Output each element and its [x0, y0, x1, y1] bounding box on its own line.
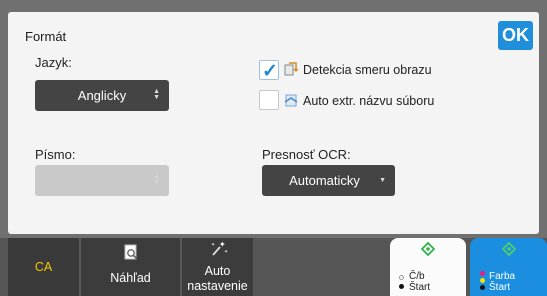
- yellow-dot-icon: [480, 278, 485, 283]
- detect-orientation-label: Detekcia smeru obrazu: [303, 63, 432, 77]
- black-dot-icon: [399, 284, 404, 289]
- font-dropdown[interactable]: ▲ ▼: [35, 165, 169, 196]
- white-dot-icon: [399, 275, 404, 280]
- start-color-line1: Farba: [489, 271, 516, 282]
- start-bw-line1: Č/b: [409, 271, 425, 282]
- ocr-dropdown[interactable]: Automaticky ▼: [262, 165, 395, 196]
- preview-button[interactable]: Náhľad: [81, 238, 180, 296]
- preview-icon: [124, 244, 137, 260]
- auto-filename-label: Auto extr. názvu súboru: [303, 94, 435, 108]
- start-icon: [421, 242, 435, 256]
- ok-button[interactable]: OK: [498, 21, 533, 50]
- ocr-label: Presnosť OCR:: [262, 147, 351, 162]
- start-bw-button[interactable]: Č/b Štart: [390, 238, 466, 296]
- ca-button[interactable]: CA: [8, 238, 79, 296]
- svg-text:✦: ✦: [219, 240, 226, 249]
- detect-orientation-checkbox[interactable]: ✓: [259, 60, 279, 82]
- auto-label-line1: Auto: [204, 264, 231, 278]
- checkmark-icon: ✓: [262, 61, 278, 82]
- ocr-value: Automaticky: [289, 173, 360, 188]
- dropdown-arrow-icon: ▼: [379, 177, 386, 184]
- svg-text:✦: ✦: [224, 249, 228, 255]
- dialog-title: Formát: [25, 29, 67, 44]
- svg-text:✦: ✦: [211, 242, 215, 248]
- preview-label: Náhľad: [110, 271, 151, 285]
- screen: Formát OK Jazyk: Anglicky ▲ ▼ Písmo: ▲ ▼ ✓…: [0, 0, 547, 296]
- auto-filename-checkbox[interactable]: [259, 90, 279, 110]
- start-icon: [501, 242, 516, 256]
- start-color-line2: Štart: [489, 282, 511, 293]
- updown-icon: ▲ ▼: [153, 173, 160, 186]
- start-bw-line2: Štart: [409, 282, 431, 293]
- magic-wand-icon: ✦ ✦ ✦: [211, 240, 228, 256]
- format-dialog: Formát OK Jazyk: Anglicky ▲ ▼ Písmo: ▲ ▼ ✓…: [8, 12, 539, 234]
- start-color-button[interactable]: Farba Štart: [470, 238, 547, 296]
- language-value: Anglicky: [77, 88, 127, 103]
- filename-icon: [284, 94, 298, 107]
- auto-label-line2: nastavenie: [187, 279, 248, 293]
- orientation-icon: [284, 62, 298, 76]
- font-label: Písmo:: [35, 147, 76, 162]
- auto-settings-button[interactable]: ✦ ✦ ✦ Auto nastavenie: [182, 238, 253, 296]
- magenta-dot-icon: [480, 271, 485, 276]
- updown-icon: ▲ ▼: [153, 88, 160, 101]
- language-dropdown[interactable]: Anglicky ▲ ▼: [35, 80, 169, 111]
- black-dot-icon: [480, 285, 485, 290]
- language-label: Jazyk:: [35, 55, 72, 70]
